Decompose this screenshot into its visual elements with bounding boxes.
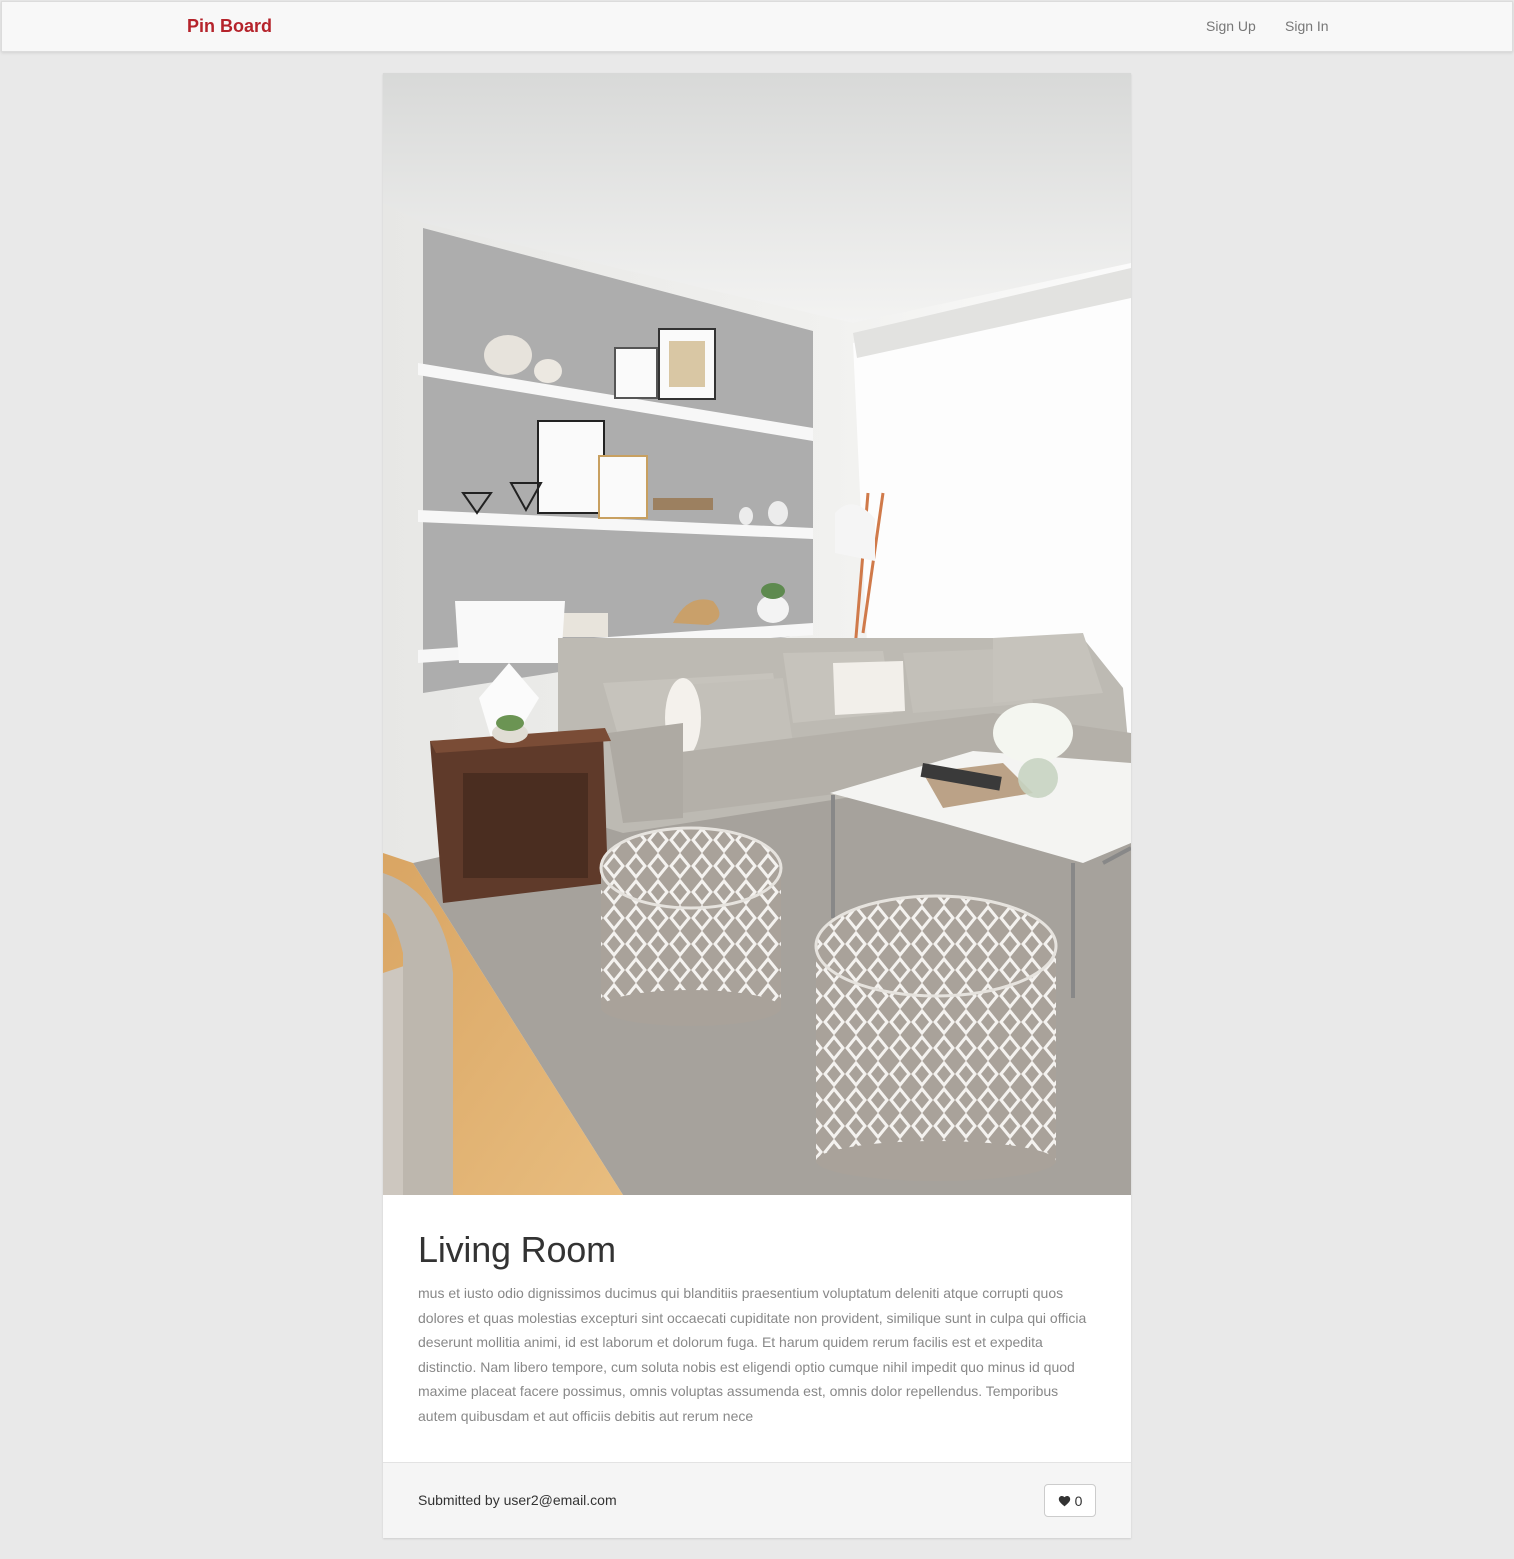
navbar: Pin Board Sign Up Sign In	[1, 1, 1513, 52]
heart-icon	[1058, 1495, 1070, 1506]
sign-up-link[interactable]: Sign Up	[1206, 2, 1256, 51]
pin-title: Living Room	[418, 1229, 616, 1270]
submitted-by: Submitted by user2@email.com	[418, 1492, 617, 1508]
pin-image	[383, 73, 1131, 1195]
pin-description: mus et iusto odio dignissimos ducimus qu…	[418, 1285, 1087, 1424]
brand-logo[interactable]: Pin Board	[187, 2, 272, 51]
like-button[interactable]: 0	[1044, 1484, 1096, 1517]
pin-card: Living Room mus et iusto odio dignissimo…	[383, 73, 1131, 1538]
pin-footer: Submitted by user2@email.com 0	[383, 1462, 1131, 1538]
sign-in-link[interactable]: Sign In	[1285, 2, 1329, 51]
like-count: 0	[1074, 1492, 1083, 1509]
pin-caption: Living Room mus et iusto odio dignissimo…	[418, 1195, 1098, 1428]
